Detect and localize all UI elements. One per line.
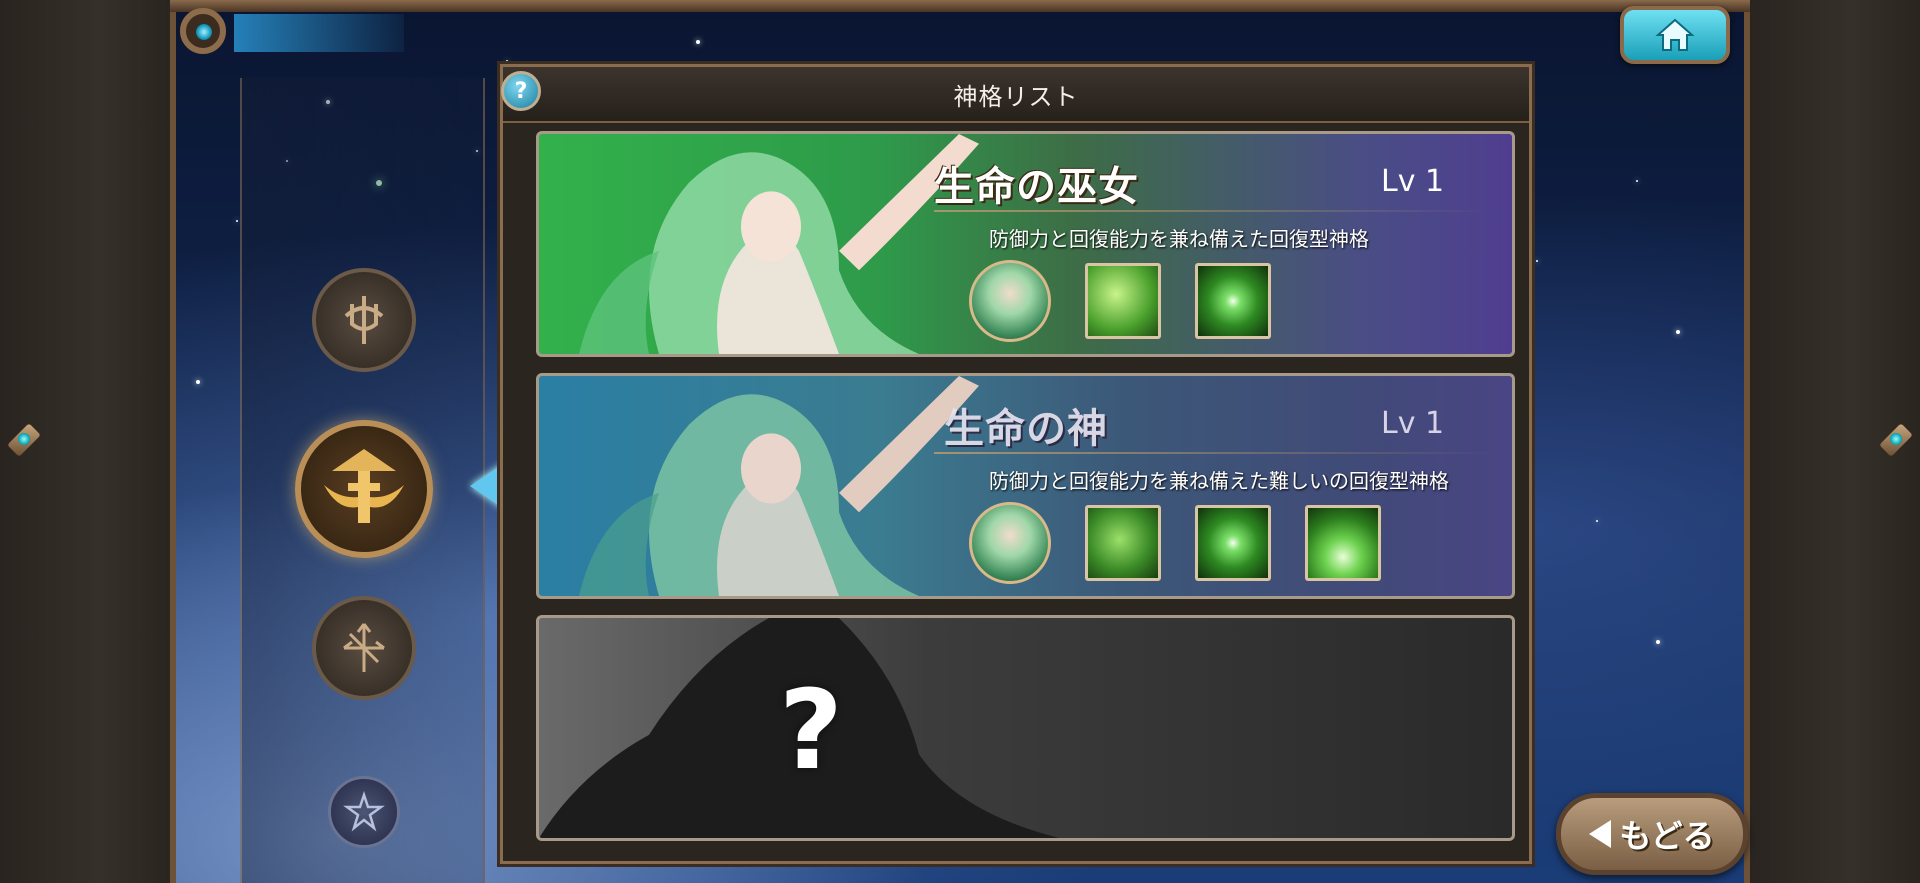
nav-item-winged-cross[interactable]: [295, 420, 433, 558]
leaf-drop-skill-icon[interactable]: [1085, 263, 1161, 339]
skill-icon-row: [969, 260, 1271, 342]
winged-cross-emblem-icon: [324, 449, 404, 523]
nav-item-trident[interactable]: [312, 268, 416, 372]
skill-icon-row: [969, 502, 1381, 584]
star-emblem-icon: [343, 791, 385, 832]
gem-icon: [196, 24, 212, 40]
deity-card-1[interactable]: 生命の巫女 Lv 1 防御力と回復能力を兼ね備えた回復型神格: [536, 131, 1515, 357]
ornament-icon: [4, 400, 44, 480]
locked-question-mark: ?: [779, 666, 843, 794]
divider: [934, 210, 1494, 212]
left-side-bar: [0, 0, 168, 883]
deity-card-locked[interactable]: ?: [536, 615, 1515, 841]
character-portrait-icon[interactable]: [969, 260, 1051, 342]
character-portrait-icon[interactable]: [969, 502, 1051, 584]
home-button[interactable]: [1620, 6, 1730, 64]
help-button[interactable]: ?: [501, 71, 541, 111]
back-arrow-icon: [1589, 820, 1612, 848]
back-label: もどる: [1619, 817, 1715, 855]
deity-level: Lv 1: [1381, 406, 1445, 441]
right-side-bar: [1748, 0, 1920, 883]
panel-header: ? 神格リスト: [501, 67, 1529, 123]
divider: [934, 452, 1494, 454]
green-glow-skill-icon[interactable]: [1195, 263, 1271, 339]
deity-level: Lv 1: [1381, 164, 1445, 199]
deity-description: 防御力と回復能力を兼ね備えた回復型神格: [989, 227, 1369, 251]
category-nav: [240, 78, 485, 883]
green-light-skill-icon[interactable]: [1305, 505, 1381, 581]
nav-item-star[interactable]: [328, 776, 400, 848]
page-title: 神格リスト: [953, 82, 1079, 111]
deity-list-panel: ? 神格リスト 生命の巫女 Lv 1 防御力と回復能力を兼ね備えた回復型神格 生…: [500, 64, 1532, 864]
trident-emblem-icon: [344, 296, 384, 344]
banner-decoration: [234, 14, 404, 52]
ornament-icon: [1876, 400, 1916, 480]
deity-name: 生命の神: [944, 406, 1108, 452]
home-icon: [1655, 18, 1695, 51]
nav-item-arrows[interactable]: [312, 596, 416, 700]
green-glow-skill-icon[interactable]: [1195, 505, 1271, 581]
deity-card-2[interactable]: 生命の神 Lv 1 防御力と回復能力を兼ね備えた難しいの回復型神格: [536, 373, 1515, 599]
green-vine-skill-icon[interactable]: [1085, 505, 1161, 581]
help-label: ?: [514, 78, 528, 104]
arrows-emblem-icon: [343, 623, 385, 672]
deity-name: 生命の巫女: [934, 164, 1139, 210]
deity-description: 防御力と回復能力を兼ね備えた難しいの回復型神格: [989, 469, 1449, 493]
back-button[interactable]: もどる: [1556, 793, 1748, 875]
